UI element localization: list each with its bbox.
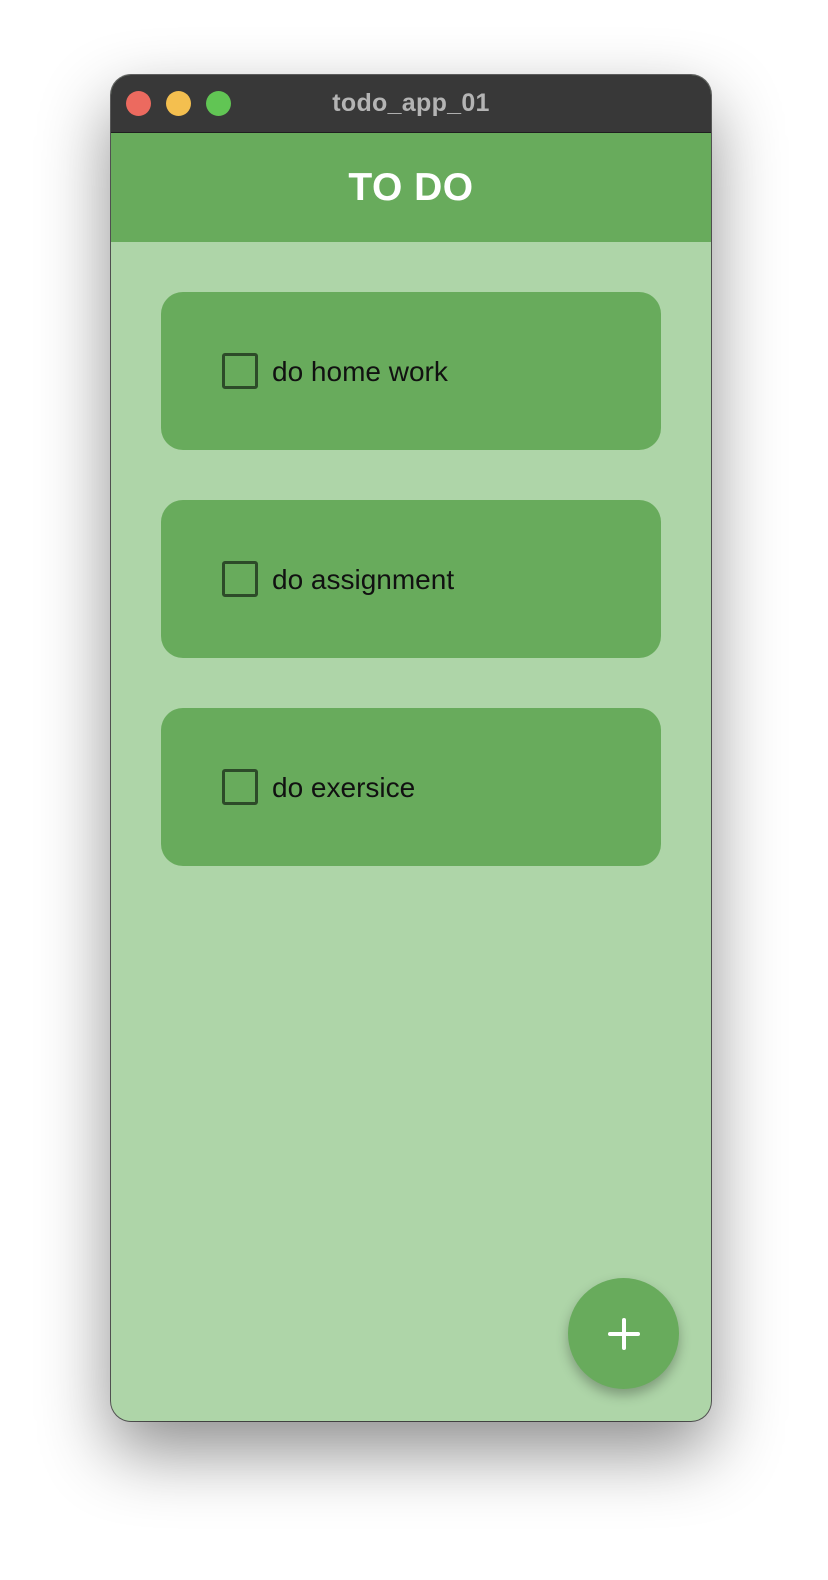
- window-titlebar[interactable]: todo_app_01: [111, 75, 711, 133]
- todo-label: do exersice: [272, 772, 416, 803]
- todo-checkbox[interactable]: [222, 353, 258, 389]
- app-bar: TO DO: [111, 133, 711, 242]
- todo-label: do assignment: [272, 564, 455, 595]
- todo-item[interactable]: do home work: [161, 292, 661, 450]
- window-title: todo_app_01: [332, 89, 490, 117]
- todo-checkbox[interactable]: [222, 769, 258, 805]
- todo-checkbox[interactable]: [222, 561, 258, 597]
- todo-item[interactable]: do assignment: [161, 500, 661, 658]
- todo-label: do home work: [272, 356, 448, 387]
- todo-item[interactable]: do exersice: [161, 708, 661, 866]
- todo-list: do home work do assignment do exersice: [161, 292, 661, 916]
- app-window: todo_app_01 TO DO do home work do assign…: [111, 75, 711, 1421]
- add-todo-button[interactable]: [568, 1278, 679, 1389]
- page-title: TO DO: [348, 166, 474, 209]
- plus-icon: [607, 1317, 640, 1350]
